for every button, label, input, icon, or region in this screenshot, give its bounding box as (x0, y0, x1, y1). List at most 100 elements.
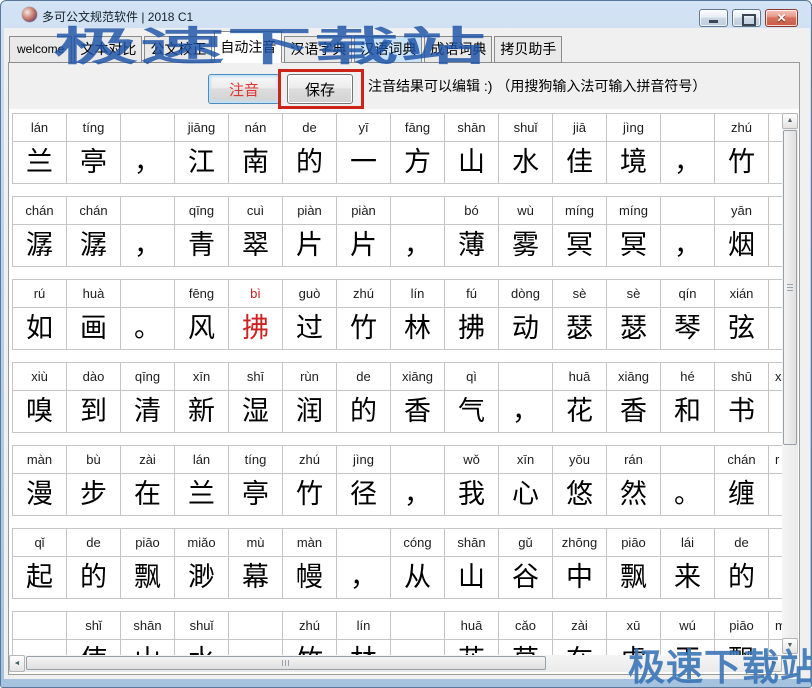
scroll-up-icon[interactable]: ▲ (782, 113, 798, 129)
char-cell[interactable]: shī湿 (228, 362, 283, 433)
char-cell[interactable]: wǒ我 (444, 445, 499, 516)
char-cell[interactable] (768, 113, 782, 184)
char-cell[interactable]: piāo飘 (714, 611, 769, 656)
char-cell[interactable]: piàn片 (336, 196, 391, 267)
char-cell[interactable]: ， (660, 113, 715, 184)
char-cell[interactable]: miǎo渺 (174, 528, 229, 599)
char-cell[interactable]: màn漫 (12, 445, 67, 516)
char-cell[interactable]: xīn心 (498, 445, 553, 516)
char-cell[interactable]: míng冥 (552, 196, 607, 267)
char-cell[interactable] (768, 196, 782, 267)
char-cell[interactable]: rú如 (12, 279, 67, 350)
char-cell[interactable]: de的 (282, 113, 337, 184)
char-cell[interactable]: xīn新 (174, 362, 229, 433)
char-cell[interactable]: qīng青 (174, 196, 229, 267)
char-cell[interactable]: x (768, 362, 782, 433)
char-cell[interactable]: cuì翠 (228, 196, 283, 267)
char-cell[interactable]: rùn润 (282, 362, 337, 433)
char-cell[interactable]: lán兰 (174, 445, 229, 516)
char-cell[interactable]: huà画 (66, 279, 121, 350)
char-cell[interactable]: dòng动 (498, 279, 553, 350)
char-cell[interactable]: shuǐ水 (498, 113, 553, 184)
vertical-scrollbar[interactable]: ▲ ▼ (782, 113, 798, 654)
char-cell[interactable]: ， (498, 362, 553, 433)
char-cell[interactable]: jìng径 (336, 445, 391, 516)
char-cell[interactable]: lín林 (390, 279, 445, 350)
char-cell[interactable]: m (768, 611, 782, 656)
char-cell[interactable]: ， (120, 113, 175, 184)
scroll-down-icon[interactable]: ▼ (782, 638, 798, 654)
char-cell[interactable] (768, 279, 782, 350)
char-cell[interactable]: cǎo草 (498, 611, 553, 656)
char-cell[interactable]: shān山 (120, 611, 175, 656)
char-cell[interactable] (390, 611, 445, 656)
tab-idiom-dict[interactable]: 成语词典 (424, 36, 492, 63)
char-cell[interactable]: huā花 (552, 362, 607, 433)
minimize-button[interactable] (699, 9, 728, 27)
tab-document-check[interactable]: 公文校正 (144, 36, 212, 63)
char-cell[interactable]: zhú竹 (282, 445, 337, 516)
char-cell[interactable]: piāo飘 (606, 528, 661, 599)
char-cell[interactable]: jìng境 (606, 113, 661, 184)
char-cell[interactable]: zài在 (120, 445, 175, 516)
char-cell[interactable]: zài在 (552, 611, 607, 656)
tab-auto-zhuyin[interactable]: 自动注音 (214, 31, 282, 63)
char-cell[interactable]: fú拂 (444, 279, 499, 350)
scroll-right-icon[interactable]: ► (766, 655, 782, 672)
zhuyin-button[interactable]: 注音 (208, 74, 280, 104)
char-cell[interactable]: fāng方 (390, 113, 445, 184)
char-cell[interactable]: sè瑟 (606, 279, 661, 350)
char-cell[interactable]: yōu悠 (552, 445, 607, 516)
tab-text-compare[interactable]: 文本对比 (74, 36, 142, 63)
char-cell[interactable]: de的 (66, 528, 121, 599)
save-button[interactable]: 保存 (287, 74, 353, 104)
char-cell[interactable]: dào到 (66, 362, 121, 433)
char-cell[interactable]: chán缠 (714, 445, 769, 516)
char-cell[interactable] (768, 528, 782, 599)
tab-chinese-word-dict[interactable]: 汉语词典 (354, 36, 422, 63)
char-cell[interactable]: r (768, 445, 782, 516)
char-cell[interactable]: wù雾 (498, 196, 553, 267)
char-cell[interactable]: xiù嗅 (12, 362, 67, 433)
char-cell[interactable]: bì拂 (228, 279, 283, 350)
char-cell[interactable]: shān山 (444, 113, 499, 184)
char-cell[interactable]: bó薄 (444, 196, 499, 267)
char-cell[interactable]: fēng风 (174, 279, 229, 350)
char-cell[interactable]: tíng亭 (228, 445, 283, 516)
tab-chinese-char-dict[interactable]: 汉语字典 (284, 36, 352, 63)
char-cell[interactable]: de的 (336, 362, 391, 433)
scroll-left-icon[interactable]: ◄ (9, 655, 25, 672)
char-cell[interactable]: lín林 (336, 611, 391, 656)
char-cell[interactable]: rán然 (606, 445, 661, 516)
char-cell[interactable]: chán潺 (66, 196, 121, 267)
char-cell[interactable]: xiāng香 (606, 362, 661, 433)
horizontal-scrollbar[interactable]: ◄ ► (9, 655, 782, 672)
char-cell[interactable]: jiā佳 (552, 113, 607, 184)
char-cell[interactable]: zhú竹 (336, 279, 391, 350)
char-cell[interactable]: shū书 (714, 362, 769, 433)
char-cell[interactable]: shuǐ水 (174, 611, 229, 656)
char-cell[interactable]: piàn片 (282, 196, 337, 267)
char-cell[interactable]: sè瑟 (552, 279, 607, 350)
maximize-button[interactable] (732, 9, 761, 27)
char-cell[interactable]: zhú竹 (714, 113, 769, 184)
char-cell[interactable]: zhú竹 (282, 611, 337, 656)
char-cell[interactable]: ， (336, 528, 391, 599)
char-cell[interactable] (12, 611, 67, 656)
char-cell[interactable]: 。 (660, 445, 715, 516)
char-cell[interactable]: qì气 (444, 362, 499, 433)
char-cell[interactable]: piāo飘 (120, 528, 175, 599)
char-cell[interactable]: màn幔 (282, 528, 337, 599)
char-cell[interactable] (228, 611, 283, 656)
char-cell[interactable]: tíng亭 (66, 113, 121, 184)
char-cell[interactable]: ， (390, 196, 445, 267)
char-cell[interactable]: qīng清 (120, 362, 175, 433)
char-cell[interactable]: ， (390, 445, 445, 516)
char-cell[interactable]: jiāng江 (174, 113, 229, 184)
char-cell[interactable]: ， (660, 196, 715, 267)
char-cell[interactable]: nán南 (228, 113, 283, 184)
char-cell[interactable]: wú无 (660, 611, 715, 656)
char-cell[interactable]: mù幕 (228, 528, 283, 599)
char-cell[interactable]: xián弦 (714, 279, 769, 350)
char-cell[interactable]: ， (120, 196, 175, 267)
